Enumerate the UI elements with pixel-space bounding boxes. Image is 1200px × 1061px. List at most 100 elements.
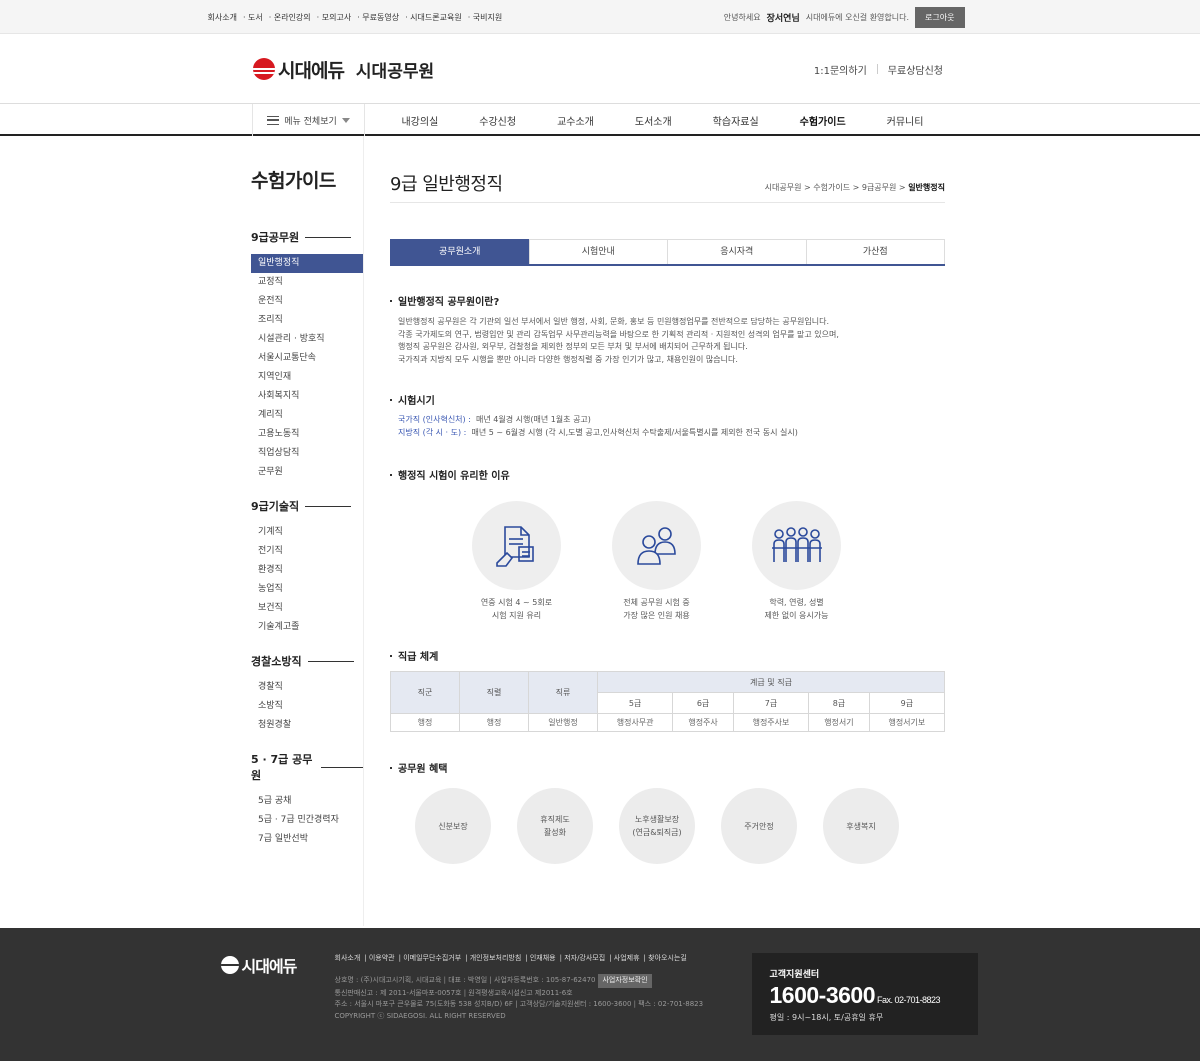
side-item[interactable]: 5급 · 7급 민간경력자	[251, 811, 363, 830]
footer-link[interactable]: | 찾아오시는길	[644, 953, 687, 963]
nav-item-exam-guide[interactable]: 수험가이드	[800, 113, 846, 128]
top-link-mock-exam[interactable]: · 모의고사	[317, 12, 352, 23]
side-item[interactable]: 지역인재	[251, 368, 363, 387]
cs-phone[interactable]: 1600-3600 Fax. 02-701-8823	[770, 982, 978, 1009]
side-item[interactable]: 청원경찰	[251, 716, 363, 735]
benefit-label: 후생복지	[846, 821, 876, 831]
biz-info-button[interactable]: 사업자정보확인	[598, 974, 652, 988]
side-item[interactable]: 교정직	[251, 273, 363, 292]
side-item[interactable]: 계리직	[251, 406, 363, 425]
people-icon	[612, 501, 701, 590]
side-item[interactable]: 시설관리 · 방호직	[251, 330, 363, 349]
side-item[interactable]: 환경직	[251, 561, 363, 580]
side-item[interactable]: 일반행정직	[251, 254, 363, 273]
table-header: 직류	[528, 671, 598, 714]
consult-link[interactable]: 무료상담신청	[888, 62, 943, 77]
brand[interactable]: 시대에듀 시대공무원	[253, 56, 434, 83]
footer-link[interactable]: | 사업제휴	[609, 953, 639, 963]
advantages-row: 연중 시험 4 ~ 5회로 시험 지원 유리 전체 공무원 시험 중 가장 많은…	[390, 501, 945, 622]
nav-item-resources[interactable]: 학습자료실	[713, 113, 759, 128]
side-item[interactable]: 보건직	[251, 599, 363, 618]
nav-item-my-classroom[interactable]: 내강의실	[401, 113, 438, 128]
tab-intro[interactable]: 공무원소개	[390, 239, 530, 264]
side-item[interactable]: 서울시교통단속	[251, 349, 363, 368]
divider	[307, 660, 354, 662]
top-link-company[interactable]: 회사소개	[208, 12, 237, 23]
side-item[interactable]: 농업직	[251, 580, 363, 599]
benefit-item: 신분보장	[415, 788, 491, 864]
inquiry-link[interactable]: 1:1문의하기	[814, 62, 867, 77]
table-header: 직군	[390, 671, 460, 714]
table-cell: 행정주사	[672, 713, 734, 732]
side-item[interactable]: 사회복지직	[251, 387, 363, 406]
paragraph-line: 일반행정직 공무원은 각 기관의 일선 부서에서 일반 행정, 사회, 문화, …	[398, 317, 830, 326]
nav-item-books[interactable]: 도서소개	[635, 113, 672, 128]
footer-link[interactable]: | 인재채용	[525, 953, 555, 963]
side-item[interactable]: 경찰직	[251, 678, 363, 697]
tab-eligibility[interactable]: 응시자격	[667, 239, 807, 264]
page-title: 9급 일반행정직	[390, 174, 503, 195]
top-link-drone[interactable]: · 시대드론교육원	[405, 12, 462, 23]
side-item[interactable]: 5급 공채	[251, 792, 363, 811]
cs-label: 고객지원센터	[769, 970, 820, 980]
logo[interactable]: 시대에듀	[253, 56, 345, 83]
tab-exam-info[interactable]: 시험안내	[528, 239, 668, 264]
section-title: 직급 체계	[390, 648, 945, 663]
side-item[interactable]: 기계직	[251, 523, 363, 542]
breadcrumb-item[interactable]: 수험가이드	[813, 183, 850, 192]
benefit-item: 휴직제도 활성화	[517, 788, 593, 864]
exam-period-text: 매년 4월경 시행(매년 1월초 공고)	[476, 415, 591, 424]
side-item[interactable]: 소방직	[251, 697, 363, 716]
all-menu-label: 메뉴 전체보기	[284, 116, 337, 127]
footer-company-info: 상호명 : (주)시대고시기획, 시대교육 | 대표 : 박영일 | 사업자등록…	[334, 974, 704, 1022]
table-header: 5급	[596, 692, 674, 714]
advantage-caption: 연중 시험 4 ~ 5회로 시험 지원 유리	[481, 596, 552, 622]
footer-link[interactable]: | 저자/강사모집	[560, 953, 606, 963]
side-group-title: 9급공무원	[251, 231, 300, 244]
top-link-free-video[interactable]: · 무료동영상	[357, 12, 399, 23]
cs-fax: Fax. 02-701-8823	[877, 995, 941, 1005]
logout-button[interactable]: 로그아웃	[915, 6, 965, 28]
side-item[interactable]: 조리직	[251, 311, 363, 330]
side-item[interactable]: 전기직	[251, 542, 363, 561]
footer-link[interactable]: 회사소개	[335, 953, 361, 963]
tab-bonus-points[interactable]: 가산점	[805, 239, 945, 264]
footer-link[interactable]: | 이용약관	[364, 953, 394, 963]
nav-item-professors[interactable]: 교수소개	[557, 113, 594, 128]
footer-link[interactable]: | 개인정보처리방침	[465, 953, 521, 963]
top-link-online[interactable]: · 온라인강의	[269, 12, 311, 23]
site-header: 시대에듀 시대공무원 1:1문의하기 무료상담신청	[0, 34, 1200, 104]
logo-mark-icon	[253, 58, 275, 80]
side-item[interactable]: 기술계고졸	[251, 618, 363, 637]
benefit-label: (연금&퇴직금)	[632, 828, 682, 837]
customer-center: 고객지원센터 1600-3600 Fax. 02-701-8823 평일 : 9시…	[751, 953, 978, 1035]
caption-line: 가장 많은 인원 채용	[623, 611, 690, 620]
section-title: 공무원 혜택	[390, 760, 945, 775]
footer-logo[interactable]: 시대에듀	[220, 953, 297, 977]
side-item[interactable]: 7급 일반선박	[251, 830, 363, 849]
footer-info-line: 통신판매신고 : 제 2011-서울마포-0057호 | 원격평생교육시설신고 …	[334, 988, 573, 997]
top-link-gov-support[interactable]: · 국비지원	[468, 12, 503, 23]
all-menu-button[interactable]: 메뉴 전체보기	[252, 104, 365, 136]
caption-line: 연중 시험 4 ~ 5회로	[480, 598, 553, 607]
breadcrumb-item[interactable]: 시대공무원	[765, 183, 802, 192]
breadcrumb-item[interactable]: 9급공무원	[862, 183, 897, 192]
side-group-header: 9급공무원	[251, 229, 363, 245]
side-item[interactable]: 운전직	[251, 292, 363, 311]
side-nav-title: 수험가이드	[251, 170, 336, 192]
footer-link[interactable]: | 이메일무단수집거부	[399, 953, 462, 963]
section-title: 행정직 시험이 유리한 이유	[390, 467, 945, 482]
nav-item-enroll[interactable]: 수강신청	[479, 113, 516, 128]
side-item[interactable]: 군무원	[251, 463, 363, 482]
main-content: 9급 일반행정직 시대공무원 > 수험가이드 > 9급공무원 > 일반행정직 공…	[364, 136, 946, 926]
title-row: 9급 일반행정직 시대공무원 > 수험가이드 > 9급공무원 > 일반행정직	[390, 170, 945, 203]
footer-info-line: 주소 : 서울시 마포구 큰우물로 75(도화동 538 성지B/D) 6F |…	[334, 1000, 704, 1008]
side-item[interactable]: 고용노동직	[251, 425, 363, 444]
top-link-books[interactable]: · 도서	[243, 12, 263, 23]
document-icon	[472, 501, 561, 590]
side-item[interactable]: 직업상담직	[251, 444, 363, 463]
footer-info-line: COPYRIGHT ⓒ SIDAEGOSI. ALL RIGHT RESERVE…	[334, 1011, 506, 1020]
section-benefits: 공무원 혜택 신분보장 휴직제도 활성화 노후생활보장 (연금&퇴직금) 주거안정 …	[390, 760, 945, 864]
nav-item-community[interactable]: 커뮤니티	[887, 113, 924, 128]
caption-line: 제한 없이 응시가능	[764, 611, 829, 620]
